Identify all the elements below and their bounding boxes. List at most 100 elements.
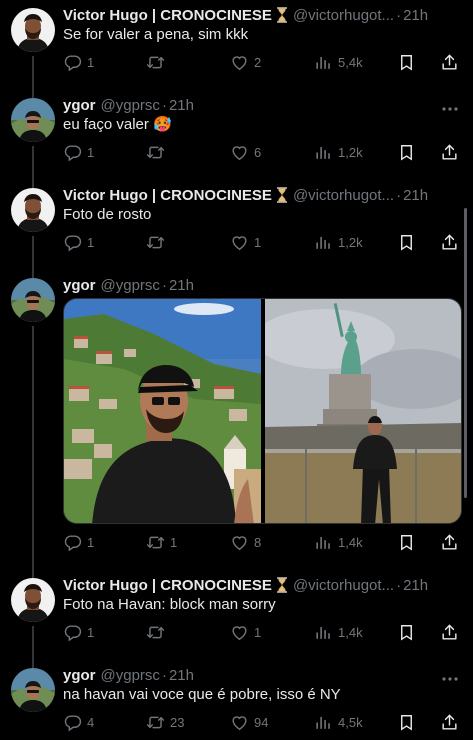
retweet-button[interactable] xyxy=(146,141,170,163)
bookmark-button[interactable] xyxy=(397,141,419,163)
thread-line xyxy=(32,146,34,190)
share-button[interactable] xyxy=(440,711,462,733)
like-button[interactable]: 8 xyxy=(230,531,261,553)
avatar[interactable] xyxy=(11,188,55,232)
reply-icon xyxy=(63,623,82,642)
views-button[interactable]: 1,2k xyxy=(314,231,363,253)
tweet-text: na havan vai voce que é pobre, isso é NY xyxy=(63,686,341,703)
retweet-button[interactable] xyxy=(146,621,170,643)
share-button[interactable] xyxy=(440,231,462,253)
user-handle[interactable]: @victorhugot... xyxy=(293,577,394,594)
timestamp[interactable]: 21h xyxy=(169,667,194,684)
user-handle[interactable]: @victorhugot... xyxy=(293,7,394,24)
retweet-button[interactable] xyxy=(146,51,170,73)
more-icon[interactable] xyxy=(441,99,459,116)
photo-statue-of-liberty[interactable] xyxy=(265,299,461,523)
share-button[interactable] xyxy=(440,621,462,643)
timestamp[interactable]: 21h xyxy=(403,187,428,204)
reply-button[interactable]: 1 xyxy=(63,231,94,253)
retweet-icon xyxy=(146,143,165,162)
share-icon xyxy=(440,143,459,162)
bookmark-icon xyxy=(397,713,416,732)
bookmark-icon xyxy=(397,233,416,252)
thread-line xyxy=(32,236,34,280)
reply-icon xyxy=(63,53,82,72)
views-button[interactable]: 1,2k xyxy=(314,141,363,163)
bookmark-button[interactable] xyxy=(397,531,419,553)
tweet-text: Foto na Havan: block man sorry xyxy=(63,596,276,613)
share-icon xyxy=(440,713,459,732)
retweet-icon xyxy=(146,233,165,252)
user-handle[interactable]: @victorhugot... xyxy=(293,187,394,204)
bookmark-icon xyxy=(397,143,416,162)
views-button[interactable]: 5,4k xyxy=(314,51,363,73)
like-button[interactable]: 6 xyxy=(230,141,261,163)
reply-thread: Victor Hugo | CRONOCINESE @victorhugot..… xyxy=(0,0,473,740)
display-name[interactable]: ygor xyxy=(63,667,96,684)
avatar[interactable] xyxy=(11,278,55,322)
display-name[interactable]: Victor Hugo | CRONOCINESE xyxy=(63,577,272,594)
bookmark-button[interactable] xyxy=(397,621,419,643)
retweet-button[interactable]: 23 xyxy=(146,711,184,733)
views-icon xyxy=(314,233,333,252)
avatar[interactable] xyxy=(11,578,55,622)
share-icon xyxy=(440,623,459,642)
bookmark-button[interactable] xyxy=(397,711,419,733)
more-icon[interactable] xyxy=(441,669,459,686)
share-button[interactable] xyxy=(440,51,462,73)
heart-icon xyxy=(230,143,249,162)
action-bar: 1 1 1,4k xyxy=(63,621,461,643)
views-button[interactable]: 4,5k xyxy=(314,711,363,733)
reply-icon xyxy=(63,533,82,552)
action-bar: 4 23 94 4,5k xyxy=(63,711,461,733)
reply-button[interactable]: 1 xyxy=(63,531,94,553)
bookmark-button[interactable] xyxy=(397,51,419,73)
timestamp[interactable]: 21h xyxy=(403,577,428,594)
hourglass-icon xyxy=(276,577,288,593)
reply-icon xyxy=(63,233,82,252)
bookmark-button[interactable] xyxy=(397,231,419,253)
user-handle[interactable]: @ygprsc xyxy=(101,277,160,294)
views-icon xyxy=(314,533,333,552)
scrollbar[interactable] xyxy=(464,208,467,498)
thread-line xyxy=(32,626,34,670)
reply-button[interactable]: 1 xyxy=(63,621,94,643)
like-button[interactable]: 1 xyxy=(230,231,261,253)
reply-button[interactable]: 1 xyxy=(63,141,94,163)
display-name[interactable]: ygor xyxy=(63,97,96,114)
action-bar: 1 6 1,2k xyxy=(63,141,461,163)
avatar[interactable] xyxy=(11,668,55,712)
like-button[interactable]: 94 xyxy=(230,711,268,733)
display-name[interactable]: Victor Hugo | CRONOCINESE xyxy=(63,187,272,204)
display-name[interactable]: ygor xyxy=(63,277,96,294)
share-icon xyxy=(440,533,459,552)
display-name[interactable]: Victor Hugo | CRONOCINESE xyxy=(63,7,272,24)
retweet-icon xyxy=(146,533,165,552)
retweet-button[interactable]: 1 xyxy=(146,531,177,553)
hourglass-icon xyxy=(276,7,288,23)
retweet-icon xyxy=(146,623,165,642)
like-button[interactable]: 1 xyxy=(230,621,261,643)
reply-button[interactable]: 4 xyxy=(63,711,94,733)
photo-selfie[interactable] xyxy=(64,299,261,523)
views-button[interactable]: 1,4k xyxy=(314,531,363,553)
user-handle[interactable]: @ygprsc xyxy=(101,97,160,114)
tweet-header: Victor Hugo | CRONOCINESE @victorhugot..… xyxy=(63,186,429,204)
heart-icon xyxy=(230,533,249,552)
tweet-header: ygor @ygprsc · 21h xyxy=(63,95,459,115)
share-button[interactable] xyxy=(440,531,462,553)
avatar[interactable] xyxy=(11,8,55,52)
reply-button[interactable]: 1 xyxy=(63,51,94,73)
timestamp[interactable]: 21h xyxy=(169,277,194,294)
like-button[interactable]: 2 xyxy=(230,51,261,73)
avatar[interactable] xyxy=(11,98,55,142)
retweet-button[interactable] xyxy=(146,231,170,253)
heart-icon xyxy=(230,623,249,642)
tweet-header: Victor Hugo | CRONOCINESE @victorhugot..… xyxy=(63,576,429,594)
action-bar: 1 1 8 1,4k xyxy=(63,531,461,553)
user-handle[interactable]: @ygprsc xyxy=(101,667,160,684)
timestamp[interactable]: 21h xyxy=(403,7,428,24)
views-button[interactable]: 1,4k xyxy=(314,621,363,643)
timestamp[interactable]: 21h xyxy=(169,97,194,114)
share-button[interactable] xyxy=(440,141,462,163)
